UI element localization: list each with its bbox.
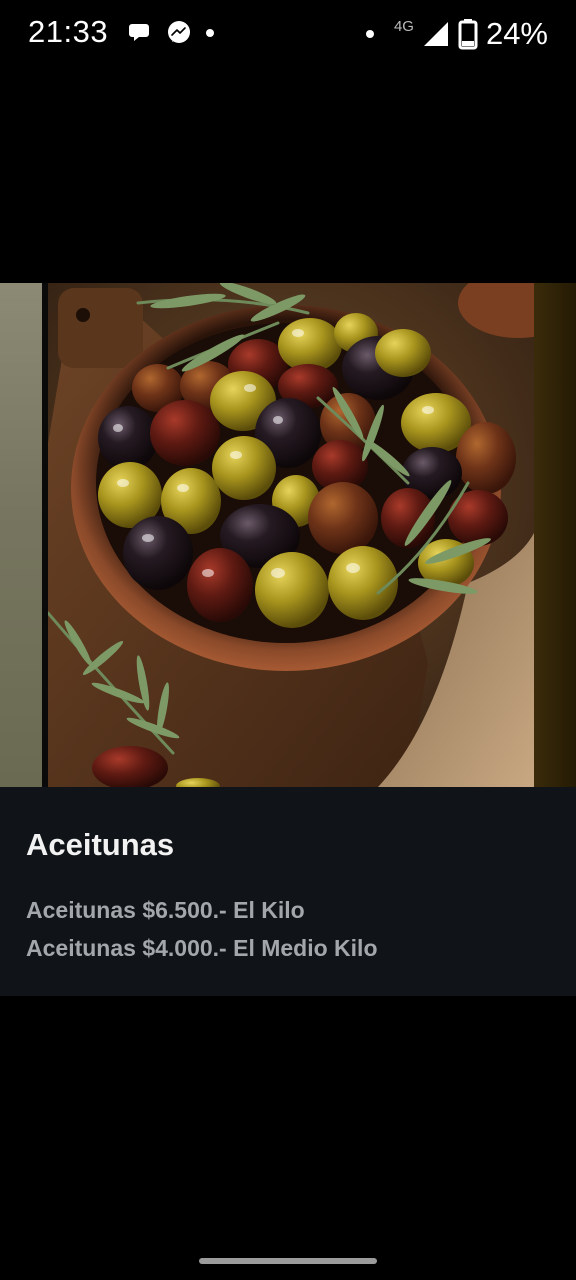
- product-title: Aceitunas: [26, 827, 175, 862]
- status-bar: 21:33 4G 24%: [0, 0, 576, 68]
- next-image-peek[interactable]: [534, 283, 576, 787]
- network-type: 4G: [393, 17, 414, 35]
- price-line-half-kilo: Aceitunas $4.000.- El Medio Kilo: [26, 935, 378, 961]
- system-icons: 4G 24%: [365, 16, 548, 52]
- clock: 21:33: [28, 14, 109, 49]
- messenger-icon: [168, 21, 190, 43]
- signal-icon: [423, 22, 448, 46]
- privacy-dot-icon: [365, 30, 374, 38]
- price-line-kilo: Aceitunas $6.500.- El Kilo: [26, 897, 305, 923]
- product-info-card: Aceitunas Aceitunas $6.500.- El Kilo Ace…: [0, 787, 576, 996]
- gesture-nav-handle[interactable]: [199, 1258, 377, 1264]
- battery-icon: [458, 19, 478, 50]
- notification-dot-icon: [206, 29, 214, 37]
- image-gallery[interactable]: [0, 283, 576, 787]
- battery-percentage: 24%: [485, 16, 548, 51]
- chat-bubble-icon: [129, 24, 149, 41]
- previous-image-peek[interactable]: [0, 283, 42, 787]
- olives-bowl-photo[interactable]: [48, 283, 534, 787]
- notification-icons: [128, 20, 214, 46]
